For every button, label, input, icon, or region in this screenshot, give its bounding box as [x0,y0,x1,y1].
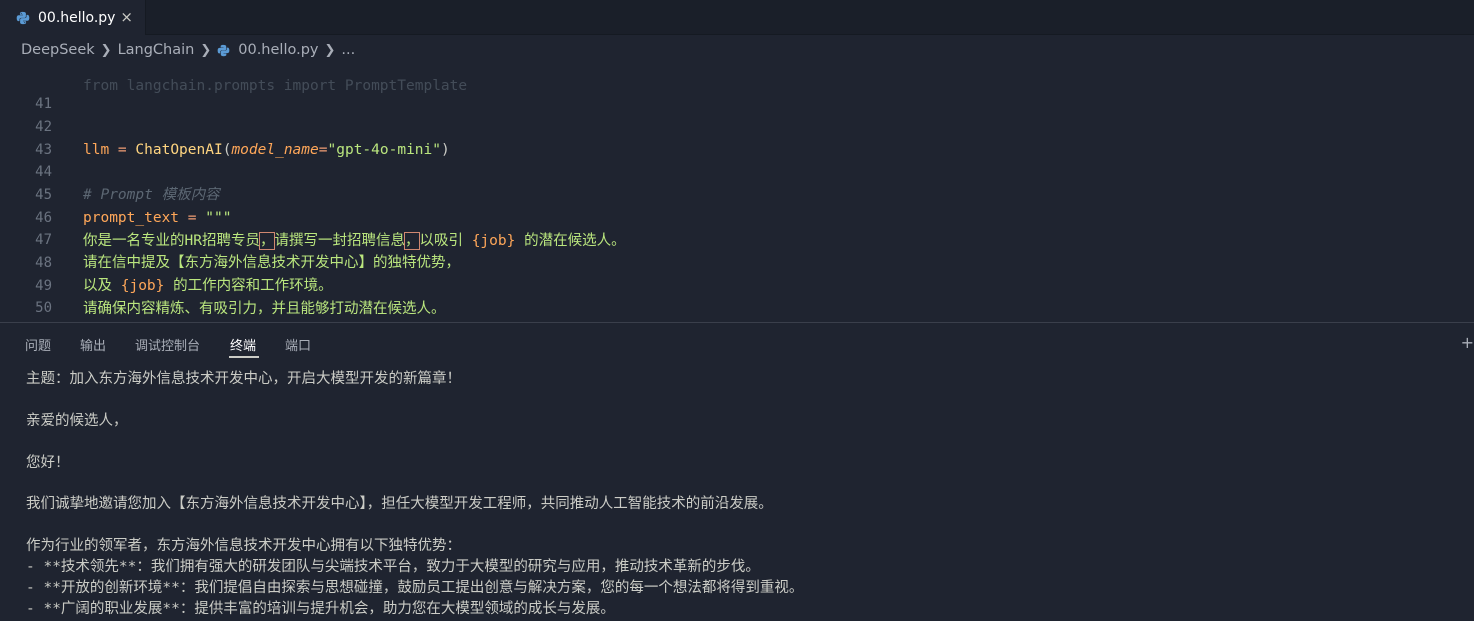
terminal-line: - **技术领先**：我们拥有强大的研发团队与尖端技术平台，致力于大模型的研究与… [26,559,760,576]
code-line-45: 45 prompt_text = """ [0,161,1474,226]
tab-terminal[interactable]: 终端 [230,335,256,354]
tab-ports[interactable]: 端口 [285,335,311,354]
tab-output[interactable]: 输出 [80,335,106,354]
tab-debug-console[interactable]: 调试控制台 [135,335,200,354]
code-line-48: 48 以及 {job} 的工作内容和工作环境。 [0,229,1474,294]
code-line-44: 44 # Prompt 模板内容 [0,138,1474,203]
add-terminal-icon[interactable]: + [1461,333,1474,352]
code-line-43: 43 [0,116,1474,158]
python-icon [217,44,230,56]
breadcrumb-item-file[interactable]: 00.hello.py [238,42,318,58]
chevron-right-icon: ❯ [200,42,212,58]
panel-tab-bar: 问题 输出 调试控制台 终端 端口 + [0,323,1474,363]
code-editor[interactable]: from langchain.prompts import PromptTemp… [0,64,1474,322]
breadcrumb-item-langchain[interactable]: LangChain [118,42,195,58]
code-line-50: 50 """ [0,274,1474,316]
editor-tab-bar: 00.hello.py × [0,0,1474,35]
bottom-panel: 问题 输出 调试控制台 终端 端口 + 主题：加入东方海外信息技术开发中心，开启… [0,322,1474,621]
terminal-line: - **开放的创新环境**：我们提倡自由探索与思想碰撞，鼓励员工提出创意与解决方… [26,579,804,596]
code-line-47: 47 请在信中提及【东方海外信息技术开发中心】的独特优势， [0,206,1474,271]
code-line-49: 49 请确保内容精炼、有吸引力，并且能够打动潜在候选人。 [0,252,1474,317]
breadcrumb-item-more[interactable]: ... [341,42,355,58]
terminal-output[interactable]: 主题：加入东方海外信息技术开发中心，开启大模型开发的新篇章！ 亲爱的候选人， 您… [26,369,803,620]
chevron-right-icon: ❯ [324,42,336,58]
code-line-41: 41 [0,70,1474,112]
python-icon [16,11,30,24]
close-icon[interactable]: × [120,9,133,25]
terminal-line: - **广阔的职业发展**：提供丰富的培训与提升机会，助力您在大模型领域的成长与… [26,600,615,617]
breadcrumb: DeepSeek ❯ LangChain ❯ 00.hello.py ❯ ... [0,36,1474,64]
terminal-line: 我们诚挚地邀请您加入【东方海外信息技术开发中心】，担任大模型开发工程师，共同推动… [26,496,773,513]
tab-title: 00.hello.py [38,9,116,26]
active-tab-indicator [229,356,259,358]
terminal-line: 作为行业的领军者，东方海外信息技术开发中心拥有以下独特优势： [26,538,461,555]
terminal-line: 您好！ [26,454,70,471]
chevron-right-icon: ❯ [100,42,112,58]
code-line-42: 42 llm = ChatOpenAI(model_name="gpt-4o-m… [0,93,1474,158]
code-line-46: 46 你是一名专业的HR招聘专员，请撰写一封招聘信息，以吸引 {job} 的潜在… [0,184,1474,250]
code-line-51: 51 [0,297,1474,320]
terminal-line: 主题：加入东方海外信息技术开发中心，开启大模型开发的新篇章！ [26,371,461,387]
terminal-line: 亲爱的候选人， [26,412,128,429]
breadcrumb-item-deepseek[interactable]: DeepSeek [21,42,95,58]
tab-hello-py[interactable]: 00.hello.py × [0,0,146,35]
tab-problems[interactable]: 问题 [25,335,51,354]
